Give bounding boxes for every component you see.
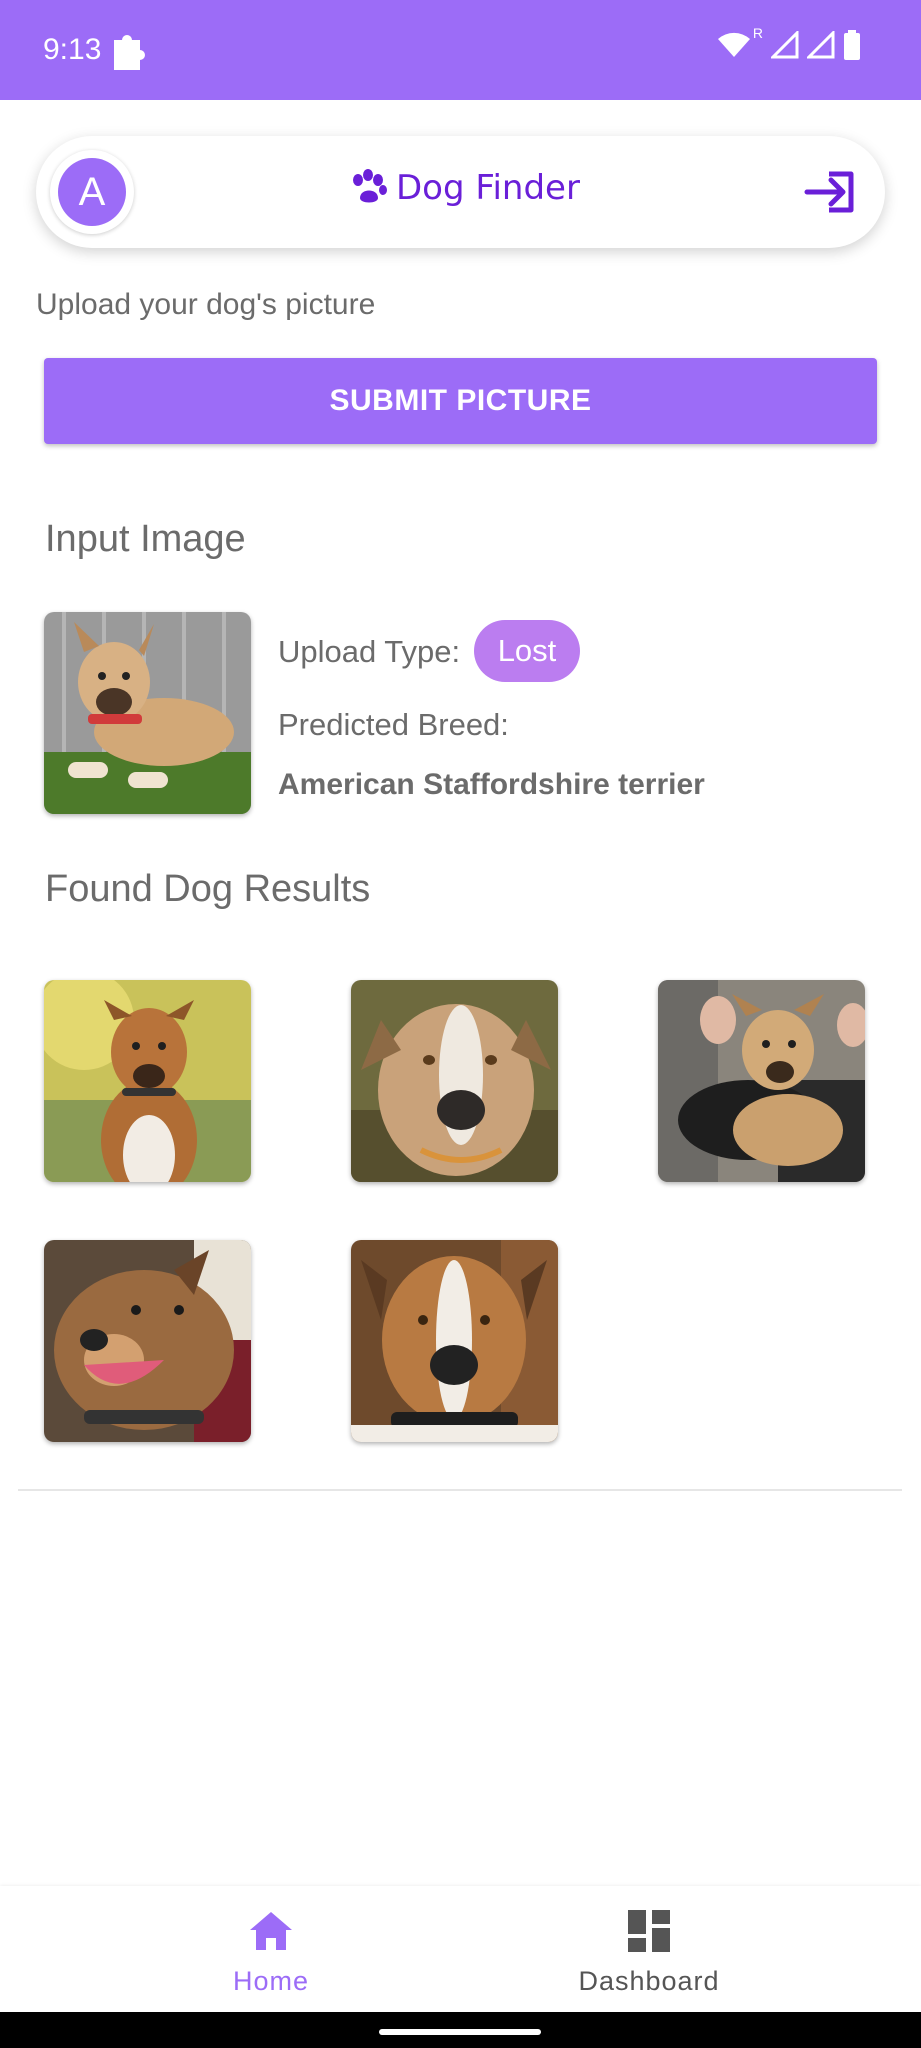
paw-icon: [353, 169, 387, 203]
found-dog-image[interactable]: [658, 980, 865, 1182]
found-dog-image[interactable]: [44, 980, 251, 1182]
submit-picture-button[interactable]: SUBMIT PICTURE: [44, 358, 877, 444]
status-time: 9:13: [43, 33, 102, 66]
found-dog-image[interactable]: [351, 1240, 558, 1442]
system-nav-bar: [0, 2012, 921, 2048]
puzzle-icon: [114, 35, 145, 70]
upload-type-label: Upload Type:: [278, 634, 461, 669]
brand: Dog Finder: [348, 168, 580, 208]
found-dog-image[interactable]: [44, 1240, 251, 1442]
nav-label-home: Home: [232, 1966, 310, 1996]
nav-label-dashboard: Dashboard: [578, 1966, 720, 1996]
signal-icon: [771, 31, 799, 59]
app-header: A Dog Finder: [36, 136, 885, 248]
input-dog-image[interactable]: [44, 612, 251, 814]
bottom-nav: Home Dashboard: [0, 1886, 921, 2012]
home-icon: [250, 1912, 292, 1950]
avatar-letter: A: [58, 158, 126, 226]
dashboard-icon: [628, 1910, 670, 1952]
predicted-breed-label: Predicted Breed:: [278, 707, 509, 742]
nav-item-dashboard[interactable]: Dashboard: [499, 1886, 799, 2012]
upload-type-chip: Lost: [474, 620, 580, 682]
roaming-indicator: R: [752, 25, 763, 41]
home-gesture-pill[interactable]: [379, 2029, 541, 2035]
predicted-breed-value: American Staffordshire terrier: [278, 768, 705, 801]
login-icon[interactable]: [803, 166, 859, 218]
signal-icon: [807, 31, 835, 59]
found-dog-results-title: Found Dog Results: [45, 868, 371, 910]
upload-label: Upload your dog's picture: [36, 288, 376, 321]
divider: [18, 1489, 902, 1491]
input-image-title: Input Image: [45, 518, 246, 560]
nav-item-home[interactable]: Home: [121, 1886, 421, 2012]
status-bar: 9:13 R: [0, 0, 921, 100]
brand-name: Dog Finder: [396, 168, 580, 208]
found-dog-image[interactable]: [351, 980, 558, 1182]
avatar[interactable]: A: [50, 150, 134, 234]
battery-icon: [844, 30, 860, 60]
status-icons: R: [717, 25, 861, 60]
wifi-icon: [717, 32, 750, 57]
